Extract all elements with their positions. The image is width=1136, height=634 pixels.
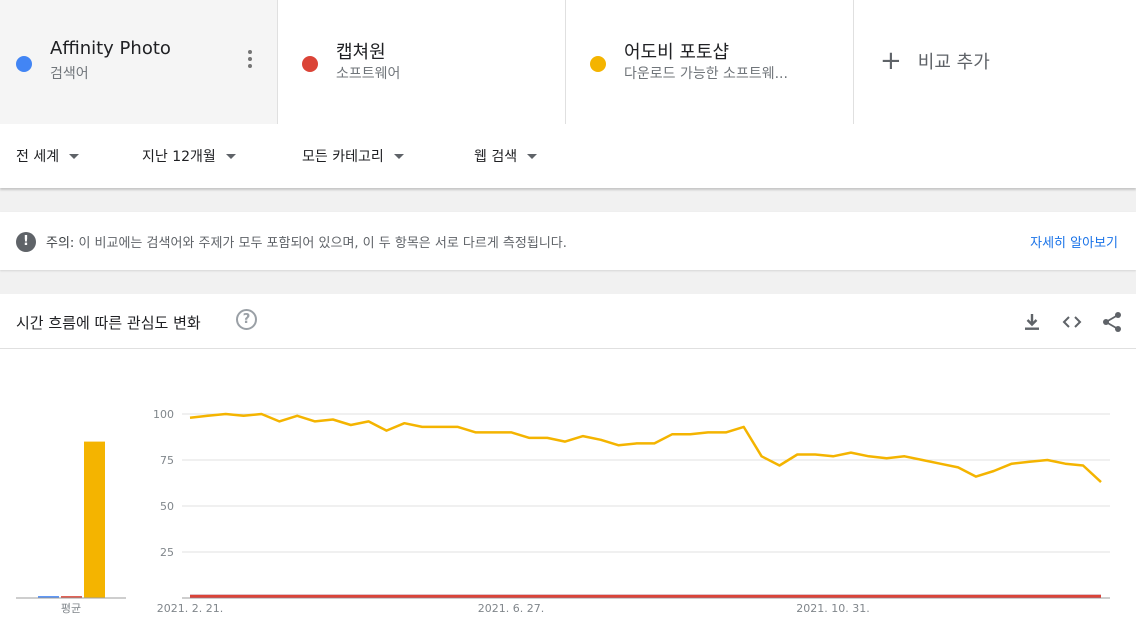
x-tick-label: 2021. 10. 31. bbox=[796, 602, 869, 615]
y-tick-label: 25 bbox=[160, 546, 174, 559]
category-dropdown[interactable]: 모든 카테고리 bbox=[302, 146, 404, 166]
caret-down-icon bbox=[225, 153, 236, 159]
y-tick-label: 50 bbox=[160, 500, 174, 513]
compare-terms-bar: Affinity Photo 검색어 캡쳐원 소프트웨어 어도비 포토샵 다운로… bbox=[0, 0, 1136, 124]
help-icon[interactable]: ? bbox=[236, 309, 257, 330]
search-type-dropdown[interactable]: 웹 검색 bbox=[474, 146, 538, 166]
search-type-label: 웹 검색 bbox=[474, 149, 518, 165]
share-icon[interactable] bbox=[1100, 310, 1124, 334]
learn-more-link[interactable]: 자세히 알아보기 bbox=[1030, 232, 1118, 251]
term-name: 캡쳐원 bbox=[336, 42, 386, 63]
filter-bar: 전 세계 지난 12개월 모든 카테고리 웹 검색 bbox=[0, 124, 1136, 188]
card-title: 시간 흐름에 따른 관심도 변화 bbox=[16, 314, 201, 332]
x-tick-label: 2021. 6. 27. bbox=[478, 602, 544, 615]
series-color-dot bbox=[16, 56, 32, 72]
add-comparison-button[interactable]: + 비교 추가 bbox=[854, 0, 1136, 124]
region-label: 전 세계 bbox=[16, 149, 60, 165]
period-dropdown[interactable]: 지난 12개월 bbox=[142, 146, 236, 166]
warning-icon: ! bbox=[16, 232, 36, 252]
y-tick-label: 75 bbox=[160, 454, 174, 467]
caret-down-icon bbox=[69, 153, 80, 159]
embed-code-icon[interactable] bbox=[1060, 310, 1084, 334]
x-tick-label: 2021. 2. 21. bbox=[157, 602, 223, 615]
add-comparison-label: 비교 추가 bbox=[917, 52, 990, 73]
term-name: Affinity Photo bbox=[50, 38, 171, 59]
more-options-icon[interactable] bbox=[244, 50, 256, 70]
series-color-dot bbox=[302, 56, 318, 72]
card-header: 시간 흐름에 따른 관심도 변화 ? bbox=[0, 294, 1136, 349]
download-icon[interactable] bbox=[1020, 310, 1044, 334]
interest-over-time-card: 시간 흐름에 따른 관심도 변화 ? 25 50 75 100 평균 2021. 2. 2… bbox=[0, 294, 1136, 634]
period-label: 지난 12개월 bbox=[142, 149, 216, 165]
term-card-capture-one[interactable]: 캡쳐원 소프트웨어 bbox=[278, 0, 566, 124]
term-type: 소프트웨어 bbox=[336, 66, 401, 82]
notice-prefix: 주의: bbox=[46, 236, 75, 251]
region-dropdown[interactable]: 전 세계 bbox=[16, 146, 80, 166]
notice-message: 이 비교에는 검색어와 주제가 모두 포함되어 있으며, 이 두 항목은 서로 … bbox=[78, 236, 567, 251]
interest-over-time-chart: 25 50 75 100 평균 2021. 2. 21. 2021. 6. 27. 2021.… bbox=[16, 408, 1110, 615]
plus-icon: + bbox=[880, 46, 902, 76]
term-card-affinity-photo[interactable]: Affinity Photo 검색어 bbox=[0, 0, 278, 124]
average-bar bbox=[84, 441, 105, 598]
comparison-notice: ! 주의: 이 비교에는 검색어와 주제가 모두 포함되어 있으며, 이 두 항… bbox=[0, 212, 1136, 270]
add-comparison: + 비교 추가 bbox=[880, 48, 990, 74]
caret-down-icon bbox=[527, 153, 538, 159]
notice-text: 주의: 이 비교에는 검색어와 주제가 모두 포함되어 있으며, 이 두 항목은… bbox=[46, 232, 567, 251]
term-type: 검색어 bbox=[50, 66, 89, 82]
term-type: 다운로드 가능한 소프트웨... bbox=[624, 66, 788, 82]
term-name: 어도비 포토샵 bbox=[624, 42, 730, 63]
term-card-adobe-photoshop[interactable]: 어도비 포토샵 다운로드 가능한 소프트웨... bbox=[566, 0, 854, 124]
caret-down-icon bbox=[393, 153, 404, 159]
y-tick-label: 100 bbox=[153, 408, 174, 421]
series-line bbox=[189, 412, 1102, 484]
series-color-dot bbox=[590, 56, 606, 72]
category-label: 모든 카테고리 bbox=[302, 149, 384, 165]
average-label: 평균 bbox=[61, 602, 81, 615]
